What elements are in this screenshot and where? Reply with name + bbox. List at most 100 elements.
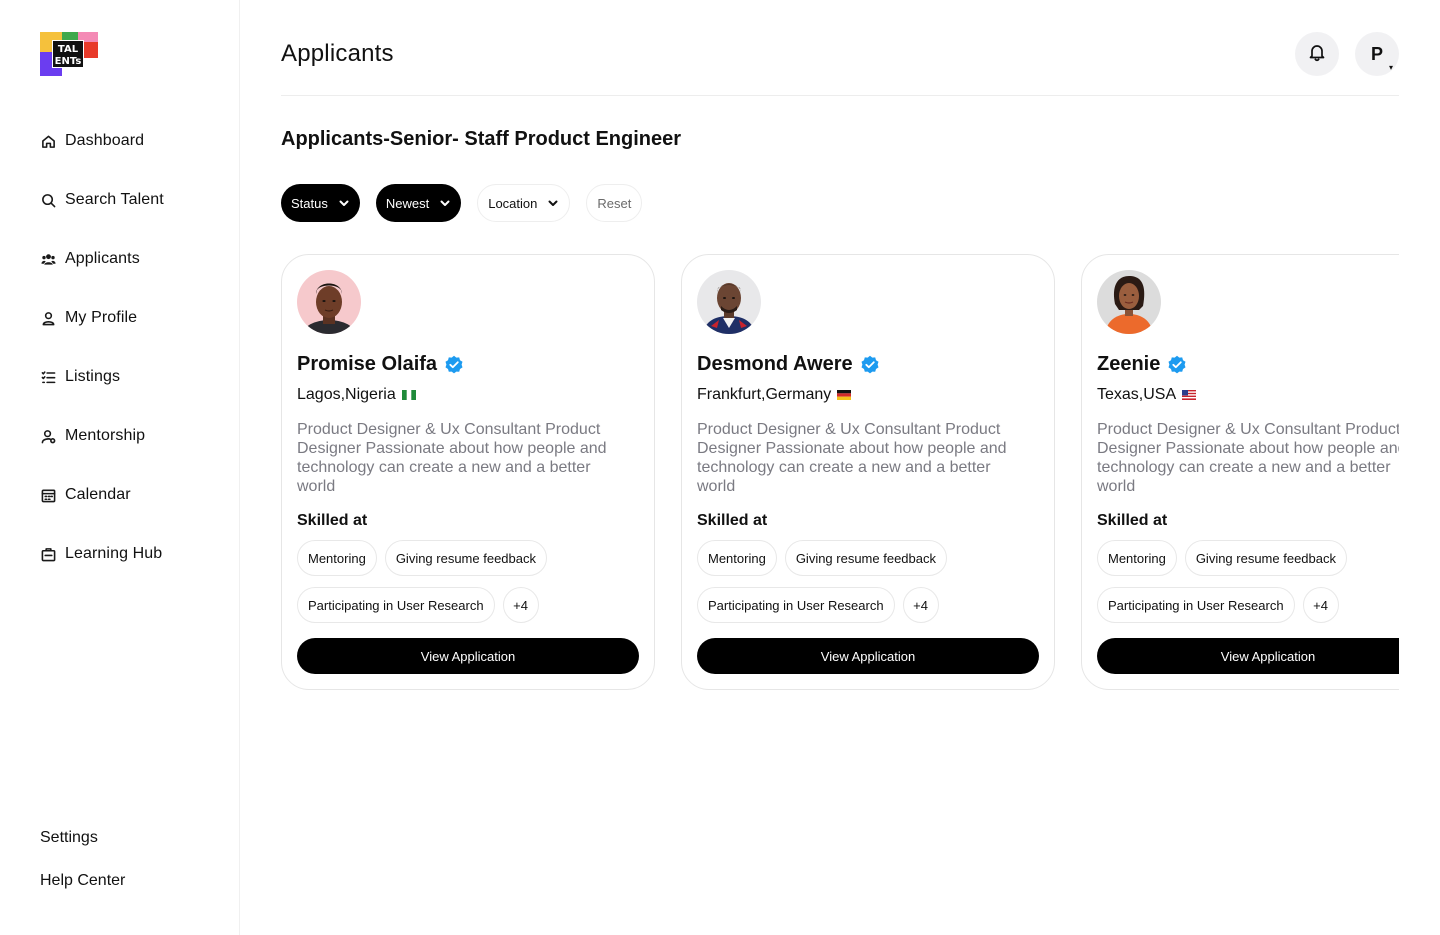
skill-chip[interactable]: Giving resume feedback [784,540,947,576]
list-icon [40,369,56,385]
skill-chips: Mentoring Giving resume feedback Particip… [697,540,1047,634]
applicant-cards: Promise Olaifa Lagos,Nigeria Product Des… [281,254,1399,694]
verified-badge-icon [861,355,879,373]
sidebar-nav: Dashboard Search Talent Applicants My Pr… [40,122,164,594]
reset-filters-button[interactable]: Reset [586,184,643,222]
skilled-at-heading: Skilled at [297,512,368,529]
sidebar-item-calendar[interactable]: Calendar [40,476,164,514]
applicant-name[interactable]: Zeenie [1097,353,1160,376]
users-icon [40,251,56,267]
location-filter[interactable]: Location [477,184,571,222]
applicant-bio: Product Designer & Ux Consultant Product… [697,421,1007,495]
verified-badge-icon [1168,355,1186,373]
sort-filter-label: Newest [385,195,430,211]
applicant-card: Desmond Awere Frankfurt,Germany Product … [681,254,1055,690]
top-header: Applicants P ▾ [281,0,1399,96]
sidebar-item-label: Mentorship [65,427,146,444]
applicant-location: Texas,USA [1097,386,1177,403]
skill-chips: Mentoring Giving resume feedback Particip… [297,540,647,634]
skill-chip[interactable]: Participating in User Research [297,587,495,623]
view-application-button[interactable]: View Application [297,638,639,674]
chevron-down-icon: ▾ [1388,63,1393,72]
skill-chip[interactable]: Participating in User Research [1097,587,1295,623]
calendar-icon [40,487,56,503]
applicant-name-row: Promise Olaifa [297,353,464,376]
more-skills-chip[interactable]: +4 [502,587,539,623]
skilled-at-heading: Skilled at [1097,512,1168,529]
applicant-photo [1097,270,1161,334]
nigeria-flag-icon [401,390,416,400]
usa-flag-icon [1182,390,1197,400]
more-skills-chip[interactable]: +4 [1302,587,1339,623]
applicant-name-row: Zeenie [1097,353,1187,376]
skill-chip[interactable]: Mentoring [697,540,777,576]
applicant-location: Lagos,Nigeria [297,386,396,403]
applicant-location-row: Lagos,Nigeria [297,386,416,404]
home-icon [40,133,56,149]
skill-chip[interactable]: Giving resume feedback [384,540,547,576]
notifications-button[interactable] [1295,32,1339,76]
germany-flag-icon [837,390,852,400]
applicant-photo [697,270,761,334]
page-title: Applicants [281,40,394,67]
view-application-button[interactable]: View Application [1097,638,1399,674]
applicant-photo [297,270,361,334]
sidebar-item-label: Calendar [65,486,131,503]
svg-text:TAL: TAL [58,44,79,55]
applicant-name-row: Desmond Awere [697,353,880,376]
svg-text:ENTs: ENTs [55,56,82,67]
verified-badge-icon [445,355,463,373]
skill-chip[interactable]: Participating in User Research [697,587,895,623]
skilled-at-heading: Skilled at [697,512,768,529]
applicant-name[interactable]: Promise Olaifa [297,353,437,376]
applicant-location-row: Texas,USA [1097,386,1197,404]
mentorship-icon [40,428,56,444]
search-icon [40,192,56,208]
chevron-down-icon [547,197,559,209]
sidebar-item-label: My Profile [65,309,138,326]
user-icon [40,310,56,326]
sidebar-item-label: Dashboard [65,132,145,149]
sidebar-item-listings[interactable]: Listings [40,358,164,396]
skill-chip[interactable]: Mentoring [1097,540,1177,576]
applicant-location-row: Frankfurt,Germany [697,386,852,404]
sidebar-item-label: Learning Hub [65,545,163,562]
applicant-name[interactable]: Desmond Awere [697,353,853,376]
skill-chip[interactable]: Mentoring [297,540,377,576]
sidebar-item-label: Applicants [65,250,140,267]
applicant-bio: Product Designer & Ux Consultant Product… [1097,421,1399,495]
status-filter[interactable]: Status [281,184,360,222]
applicant-bio: Product Designer & Ux Consultant Product… [297,421,607,495]
avatar-initial: P [1370,43,1383,64]
more-skills-chip[interactable]: +4 [902,587,939,623]
job-title-heading: Applicants-Senior- Staff Product Enginee… [281,128,682,150]
briefcase-icon [40,546,56,562]
applicant-card: Zeenie Texas,USA Product Designer & Ux C… [1081,254,1399,690]
sidebar-item-learning-hub[interactable]: Learning Hub [40,535,164,573]
view-application-button[interactable]: View Application [697,638,1039,674]
sidebar-item-mentorship[interactable]: Mentorship [40,417,164,455]
bell-icon [1307,42,1327,67]
status-filter-label: Status [291,195,328,211]
sidebar-item-search-talent[interactable]: Search Talent [40,181,164,219]
filter-bar: Status Newest Location Reset [281,184,658,222]
skill-chips: Mentoring Giving resume feedback Particip… [1097,540,1399,634]
chevron-down-icon [439,197,451,209]
sort-filter[interactable]: Newest [375,184,462,222]
location-filter-label: Location [488,195,538,211]
sidebar-item-label: Listings [65,368,121,385]
sidebar-item-applicants[interactable]: Applicants [40,240,164,278]
help-center-link[interactable]: Help Center [40,869,125,893]
sidebar-item-label: Search Talent [65,191,164,208]
skill-chip[interactable]: Giving resume feedback [1184,540,1347,576]
sidebar-bottom-links: Settings Help Center [40,826,125,912]
sidebar-item-my-profile[interactable]: My Profile [40,299,164,337]
chevron-down-icon [338,197,350,209]
applicant-location: Frankfurt,Germany [697,386,832,403]
talents-logo[interactable]: TAL ENTs [40,32,98,76]
sidebar: TAL ENTs Dashboard Search Talent Applica… [0,0,240,935]
user-avatar-button[interactable]: P ▾ [1355,32,1399,76]
sidebar-item-dashboard[interactable]: Dashboard [40,122,164,160]
settings-link[interactable]: Settings [40,826,125,850]
applicant-card: Promise Olaifa Lagos,Nigeria Product Des… [281,254,655,690]
